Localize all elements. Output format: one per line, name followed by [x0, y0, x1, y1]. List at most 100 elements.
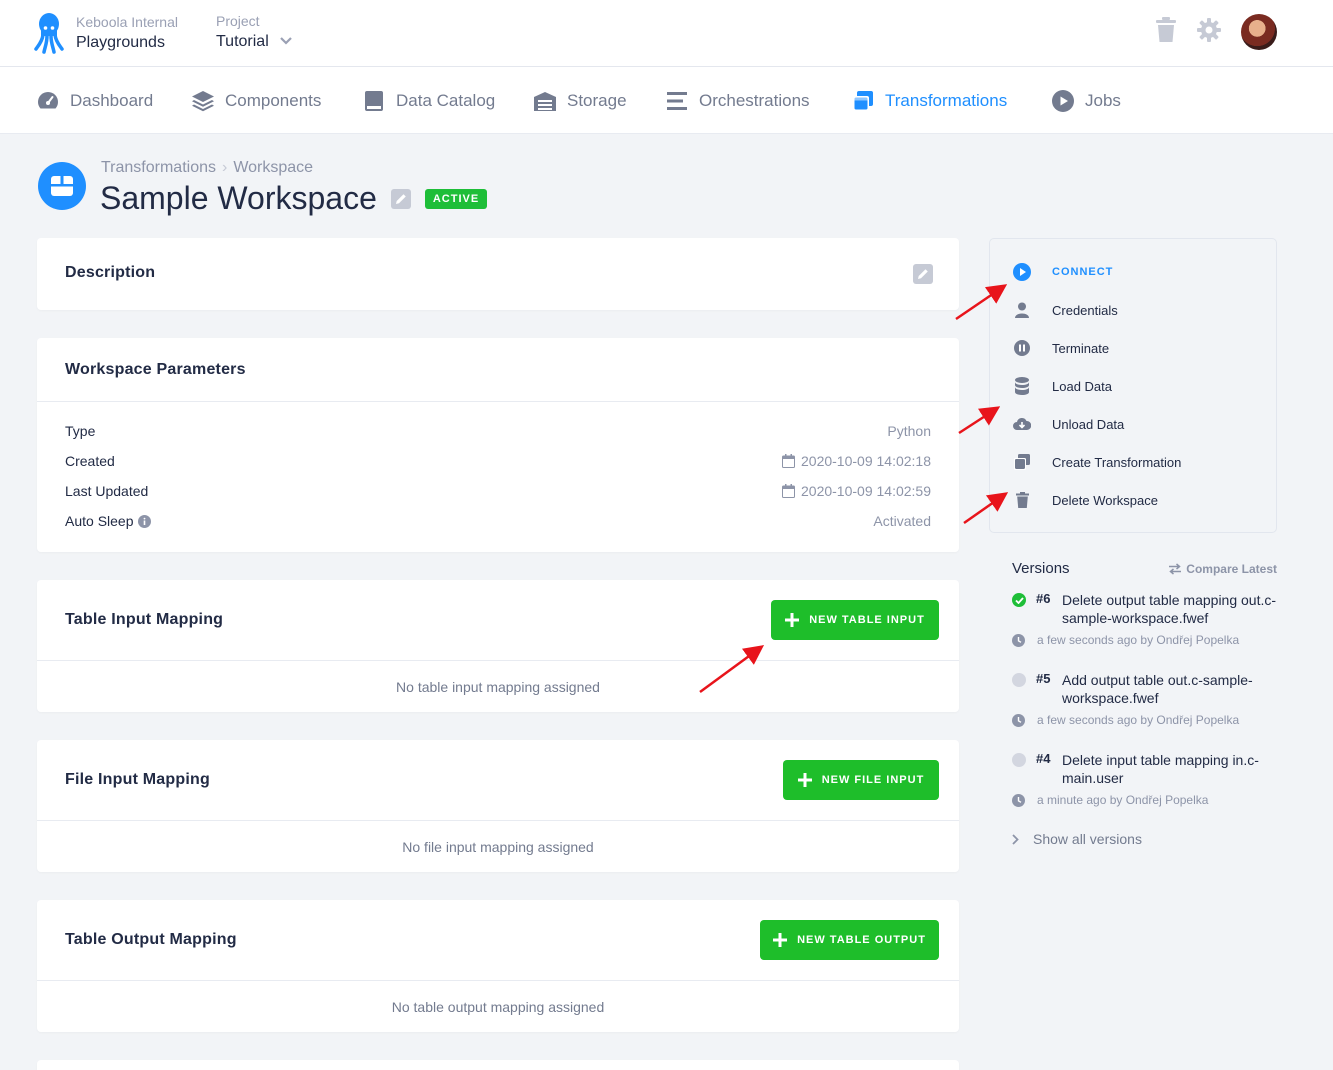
param-row-last-updated: Last Updated 2020-10-09 14:02:59 — [65, 481, 931, 501]
button-label: NEW FILE INPUT — [821, 774, 925, 786]
empty-state: No table input mapping assigned — [396, 679, 600, 695]
bars-icon — [667, 92, 687, 110]
unload-data-action[interactable]: Unload Data — [1012, 414, 1124, 434]
nav-label: Dashboard — [70, 91, 154, 110]
chevron-down-icon[interactable] — [279, 31, 293, 53]
param-value: Python — [887, 423, 931, 439]
org-label: Keboola Internal — [76, 14, 178, 30]
version-number: #4 — [1036, 751, 1051, 766]
organization-switcher[interactable]: Keboola Internal Playgrounds — [76, 14, 178, 54]
page-title: Sample Workspace — [100, 180, 377, 216]
user-avatar[interactable] — [1241, 14, 1277, 50]
empty-state: No table output mapping assigned — [391, 999, 605, 1015]
trash-icon[interactable] — [1155, 16, 1177, 48]
new-table-output-button[interactable]: NEW TABLE OUTPUT — [760, 920, 939, 960]
warehouse-icon — [534, 92, 556, 111]
nav-jobs[interactable]: Jobs — [1051, 89, 1121, 113]
keboola-logo-icon[interactable] — [34, 12, 64, 54]
nav-components[interactable]: Components — [191, 89, 321, 113]
version-description: Delete output table mapping out.c-sample… — [1062, 592, 1277, 626]
database-icon — [1015, 377, 1029, 395]
version-meta: a minute ago by Ondřej Popelka — [1037, 793, 1209, 807]
description-card: Description — [37, 238, 959, 310]
version-item[interactable]: #6 Delete output table mapping out.c-sam… — [1012, 591, 1277, 647]
connect-action[interactable]: CONNECT — [1012, 262, 1113, 282]
project-label: Project — [216, 13, 260, 29]
param-row-type: Type Python — [65, 421, 931, 441]
nav-transformations[interactable]: Transformations — [851, 89, 1007, 113]
status-badge: ACTIVE — [424, 188, 488, 209]
trash-icon — [1015, 492, 1029, 508]
new-table-input-button[interactable]: NEW TABLE INPUT — [771, 600, 939, 640]
versions-header: Versions Compare Latest — [1012, 560, 1277, 577]
nav-dashboard[interactable]: Dashboard — [36, 89, 153, 113]
parameters-title: Workspace Parameters — [65, 361, 246, 378]
description-title: Description — [65, 264, 156, 281]
table-input-mapping-card: Table Input Mapping NEW TABLE INPUT No t… — [37, 580, 959, 712]
nav-orchestrations[interactable]: Orchestrations — [665, 89, 810, 113]
version-meta: a few seconds ago by Ondřej Popelka — [1037, 713, 1240, 727]
project-name: Tutorial — [216, 33, 269, 50]
cloud-download-icon — [1013, 417, 1031, 430]
param-label: Last Updated — [65, 483, 149, 499]
param-row-created: Created 2020-10-09 14:02:18 — [65, 451, 931, 471]
layers-icon — [192, 91, 214, 112]
param-label: Created — [65, 453, 115, 469]
divider — [37, 820, 959, 821]
clock-icon — [1012, 793, 1025, 807]
windows-icon — [853, 91, 873, 111]
edit-title-icon[interactable] — [390, 180, 411, 217]
new-file-input-button[interactable]: NEW FILE INPUT — [783, 760, 939, 800]
create-transformation-action[interactable]: Create Transformation — [1012, 452, 1181, 472]
plus-icon — [773, 933, 788, 947]
clock-icon — [1012, 713, 1025, 727]
page-title-row: Sample Workspace ACTIVE — [100, 180, 488, 217]
nav-label: Data Catalog — [396, 91, 496, 110]
breadcrumb-workspace[interactable]: Workspace — [233, 159, 313, 177]
version-description: Delete input table mapping in.c-main.use… — [1062, 752, 1259, 786]
nav-data-catalog[interactable]: Data Catalog — [362, 89, 495, 113]
compare-latest-link[interactable]: Compare Latest — [1168, 562, 1277, 576]
edit-description-icon[interactable] — [913, 264, 933, 289]
show-all-versions-link[interactable]: Show all versions — [1012, 831, 1142, 847]
nav-label: Components — [225, 91, 322, 110]
play-circle-icon — [1013, 263, 1031, 281]
credentials-action[interactable]: Credentials — [1012, 300, 1118, 320]
empty-state: No file input mapping assigned — [402, 839, 594, 855]
button-label: NEW TABLE OUTPUT — [797, 934, 926, 946]
nav-label: Jobs — [1085, 91, 1121, 110]
clock-icon — [1012, 633, 1025, 647]
windows-icon — [1014, 454, 1030, 470]
play-circle-icon — [1052, 90, 1074, 112]
book-icon — [365, 91, 383, 111]
param-value: 2020-10-09 14:02:59 — [801, 483, 931, 499]
check-circle-icon — [1012, 593, 1026, 607]
param-value: 2020-10-09 14:02:18 — [801, 453, 931, 469]
breadcrumb-transformations[interactable]: Transformations — [101, 159, 216, 177]
gear-icon[interactable] — [1197, 17, 1221, 47]
plus-icon — [797, 773, 812, 787]
project-switcher[interactable]: Project Tutorial — [216, 13, 293, 53]
table-output-title: Table Output Mapping — [65, 931, 237, 948]
version-number: #5 — [1036, 671, 1051, 686]
nav-storage[interactable]: Storage — [533, 89, 627, 113]
status-dot-icon — [1012, 753, 1026, 767]
transformation-workspace-icon — [38, 162, 86, 210]
load-data-action[interactable]: Load Data — [1012, 376, 1112, 396]
show-all-label: Show all versions — [1033, 831, 1142, 847]
action-label: CONNECT — [1052, 266, 1114, 278]
nav-label: Orchestrations — [699, 91, 810, 110]
workspace-actions-panel: CONNECT Credentials Terminate Load Data … — [989, 238, 1277, 533]
version-item[interactable]: #5 Add output table out.c-sample-workspa… — [1012, 671, 1277, 727]
delete-workspace-action[interactable]: Delete Workspace — [1012, 490, 1158, 510]
version-item[interactable]: #4 Delete input table mapping in.c-main.… — [1012, 751, 1277, 807]
param-value: Activated — [873, 513, 931, 529]
info-icon[interactable] — [137, 514, 151, 528]
versions-title: Versions — [1012, 560, 1070, 577]
version-meta: a few seconds ago by Ondřej Popelka — [1037, 633, 1240, 647]
action-label: Load Data — [1052, 378, 1112, 394]
chevron-right-icon — [1012, 833, 1019, 845]
user-icon — [1015, 302, 1029, 318]
terminate-action[interactable]: Terminate — [1012, 338, 1109, 358]
divider — [37, 401, 959, 402]
